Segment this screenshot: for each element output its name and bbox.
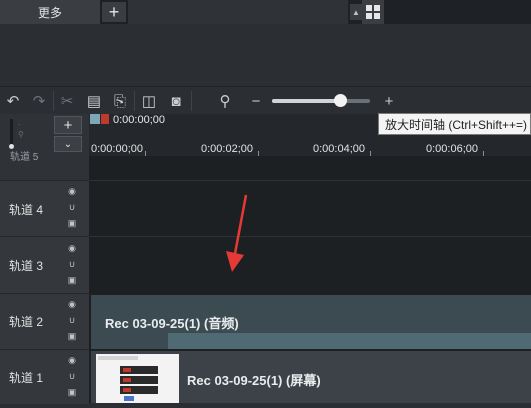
lock-icon[interactable]: ▣ — [66, 218, 78, 228]
copy-button[interactable]: ▤ — [83, 87, 105, 115]
more-tab[interactable]: 更多 — [0, 0, 100, 24]
tab-bar-empty-area — [128, 0, 348, 24]
eye-icon[interactable]: ◉ — [66, 299, 78, 309]
magnifier-icon: ⚲ — [219, 93, 231, 110]
zoom-slider-fill — [272, 99, 340, 103]
track-5-label: 轨道 5 — [10, 152, 39, 163]
undo-icon: ↶ — [6, 93, 20, 110]
track-1-name: 轨道 1 — [9, 371, 44, 385]
grid-view-button[interactable] — [362, 0, 384, 24]
lock-icon[interactable]: ▣ — [66, 387, 78, 397]
scissors-icon: ✂ — [60, 93, 74, 110]
snapshot-button[interactable]: ◙ — [165, 87, 187, 115]
magnet-icon[interactable]: ∪ — [66, 371, 78, 381]
zoom-in-tooltip: 放大时间轴 (Ctrl+Shift++=) — [378, 113, 531, 135]
redo-icon: ↷ — [32, 93, 46, 110]
magnifier-icon: · ⚲ — [18, 120, 24, 139]
track-4-name: 轨道 4 — [9, 203, 44, 217]
eye-icon[interactable]: ◉ — [66, 243, 78, 253]
redo-button[interactable]: ↷ — [28, 87, 50, 115]
ruler-tick-label: 0:00:02;00 — [201, 143, 253, 155]
toolbar-divider — [134, 91, 135, 111]
track-2-name: 轨道 2 — [9, 315, 44, 329]
ruler-tick-label: 0:00:06;00 — [426, 143, 478, 155]
red-arrow-annotation — [226, 194, 248, 272]
ruler-tick-label: 0:00:00;00 — [91, 143, 143, 155]
undo-button[interactable]: ↶ — [2, 87, 24, 115]
toolbar-divider — [191, 91, 192, 111]
playhead-start-handle[interactable] — [90, 114, 100, 124]
playhead-time: 0:00:00;00 — [113, 114, 165, 126]
magnet-icon[interactable]: ∪ — [66, 202, 78, 212]
toolbar-divider — [53, 91, 54, 111]
chevron-up-icon[interactable]: ▲ — [350, 4, 362, 20]
copy-icon: ▤ — [86, 93, 102, 110]
thumbnail-image — [96, 354, 179, 403]
zoom-search-button[interactable]: ⚲ — [214, 87, 236, 115]
zoom-out-button[interactable]: − — [246, 87, 266, 115]
magnet-icon[interactable]: ∪ — [66, 315, 78, 325]
magnet-icon[interactable]: ∪ — [66, 259, 78, 269]
video-thumbnail — [96, 354, 179, 403]
zoom-slider-thumb[interactable] — [334, 94, 347, 107]
split-icon: ◫ — [141, 93, 157, 110]
camera-icon: ◙ — [171, 92, 181, 110]
lock-icon[interactable]: ▣ — [66, 331, 78, 341]
cut-button[interactable]: ✂ — [56, 87, 78, 115]
ruler-tick-label: 0:00:04;00 — [313, 143, 365, 155]
track-4-lane[interactable] — [89, 180, 531, 237]
timeline-toolbar: ↶ ↷ ✂ ▤ ⎘ ◫ ◙ ⚲ − + — [0, 86, 531, 115]
paste-button[interactable]: ⎘ — [109, 87, 131, 115]
lock-icon[interactable]: ▣ — [66, 275, 78, 285]
add-track-button[interactable]: + — [54, 116, 82, 134]
track-3-lane[interactable] — [89, 236, 531, 294]
chevron-down-icon[interactable]: ⌄ — [54, 136, 82, 152]
eye-icon[interactable]: ◉ — [66, 186, 78, 196]
audio-clip-title: Rec 03-09-25(1) (音频) — [105, 316, 239, 331]
eye-icon[interactable]: ◉ — [66, 355, 78, 365]
video-clip-title: Rec 03-09-25(1) (屏幕) — [187, 373, 321, 388]
playhead-handle[interactable] — [101, 114, 109, 124]
grid-icon — [365, 4, 381, 20]
audio-waveform — [168, 333, 531, 349]
zoom-in-button[interactable]: + — [378, 87, 400, 115]
split-button[interactable]: ◫ — [138, 87, 160, 115]
canvas-panel — [0, 24, 531, 86]
track-3-name: 轨道 3 — [9, 259, 44, 273]
paste-icon: ⎘ — [113, 92, 126, 110]
add-tab-button[interactable]: + — [102, 2, 126, 22]
